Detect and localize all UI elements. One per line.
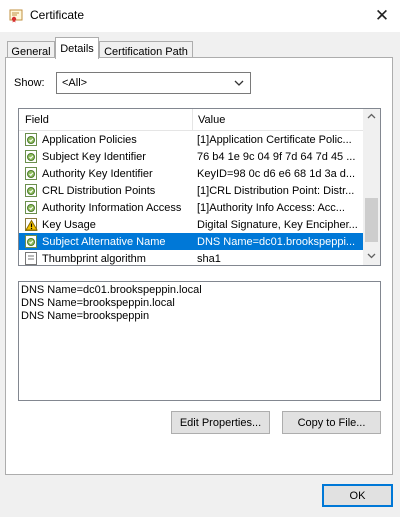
extension-icon	[24, 166, 39, 181]
field-value: DNS Name=dc01.brookspeppi...	[197, 235, 356, 248]
field-name: Thumbprint algorithm	[42, 252, 146, 265]
chevron-up-icon	[367, 112, 376, 124]
extension-icon	[24, 200, 39, 215]
ok-button[interactable]: OK	[322, 484, 393, 507]
detail-line: DNS Name=dc01.brookspeppin.local	[21, 284, 202, 296]
field-name: Subject Alternative Name	[42, 235, 166, 248]
list-item[interactable]: Authority Key Identifier KeyID=98 0c d6 …	[19, 165, 364, 182]
chevron-down-icon	[367, 251, 376, 263]
extension-icon	[24, 132, 39, 147]
field-value: 76 b4 1e 9c 04 9f 7d 64 7d 45 ...	[197, 150, 356, 163]
field-value: [1]Application Certificate Polic...	[197, 133, 352, 146]
list-rows: Application Policies [1]Application Cert…	[19, 131, 364, 265]
fields-list[interactable]: Field Value Application Policies [1]Appl…	[18, 108, 381, 266]
field-value: [1]Authority Info Access: Acc...	[197, 201, 345, 214]
close-icon: ✕	[374, 6, 390, 25]
list-header: Field Value	[19, 109, 364, 131]
edit-properties-button[interactable]: Edit Properties...	[171, 411, 270, 434]
list-item[interactable]: CRL Distribution Points [1]CRL Distribut…	[19, 182, 364, 199]
field-name: Key Usage	[42, 218, 96, 231]
field-value: [1]CRL Distribution Point: Distr...	[197, 184, 355, 197]
extension-icon	[24, 149, 39, 164]
close-button[interactable]: ✕	[364, 0, 400, 32]
property-icon	[24, 251, 39, 265]
list-item[interactable]: Key Usage Digital Signature, Key Enciphe…	[19, 216, 364, 233]
field-value: sha1	[197, 252, 221, 265]
value-column-header[interactable]: Value	[192, 109, 364, 131]
scroll-up-button[interactable]	[363, 109, 380, 126]
field-name: Authority Key Identifier	[42, 167, 153, 180]
field-detail-textbox[interactable]: DNS Name=dc01.brookspeppin.local DNS Nam…	[18, 281, 381, 401]
extension-icon	[24, 234, 39, 249]
field-name: Subject Key Identifier	[42, 150, 146, 163]
window-title: Certificate	[30, 8, 85, 22]
extension-icon	[24, 183, 39, 198]
show-dropdown-value: <All>	[62, 77, 88, 89]
show-label: Show:	[14, 77, 45, 89]
list-item-selected[interactable]: Subject Alternative Name DNS Name=dc01.b…	[19, 233, 364, 250]
detail-line: DNS Name=brookspeppin	[21, 310, 150, 322]
show-dropdown[interactable]: <All>	[56, 72, 251, 94]
vertical-scrollbar[interactable]	[363, 109, 380, 265]
tab-label: Details	[60, 42, 94, 55]
detail-line: DNS Name=brookspeppin.local	[21, 297, 175, 309]
field-value: Digital Signature, Key Encipher...	[197, 218, 358, 231]
tab-details[interactable]: Details	[55, 37, 99, 59]
certificate-icon	[9, 9, 23, 23]
copy-to-file-button[interactable]: Copy to File...	[282, 411, 381, 434]
list-item[interactable]: Subject Key Identifier 76 b4 1e 9c 04 9f…	[19, 148, 364, 165]
list-item[interactable]: Application Policies [1]Application Cert…	[19, 131, 364, 148]
critical-extension-icon	[24, 217, 39, 232]
field-value: KeyID=98 0c d6 e6 68 1d 3a d...	[197, 167, 356, 180]
list-item[interactable]: Thumbprint algorithm sha1	[19, 250, 364, 265]
field-name: CRL Distribution Points	[42, 184, 156, 197]
chevron-down-icon	[232, 76, 246, 90]
list-item[interactable]: Authority Information Access [1]Authorit…	[19, 199, 364, 216]
field-name: Application Policies	[42, 133, 137, 146]
scroll-thumb[interactable]	[365, 198, 378, 242]
field-column-header[interactable]: Field	[19, 109, 192, 131]
scroll-down-button[interactable]	[363, 248, 380, 265]
field-name: Authority Information Access	[42, 201, 182, 214]
title-bar: Certificate ✕	[0, 0, 400, 32]
